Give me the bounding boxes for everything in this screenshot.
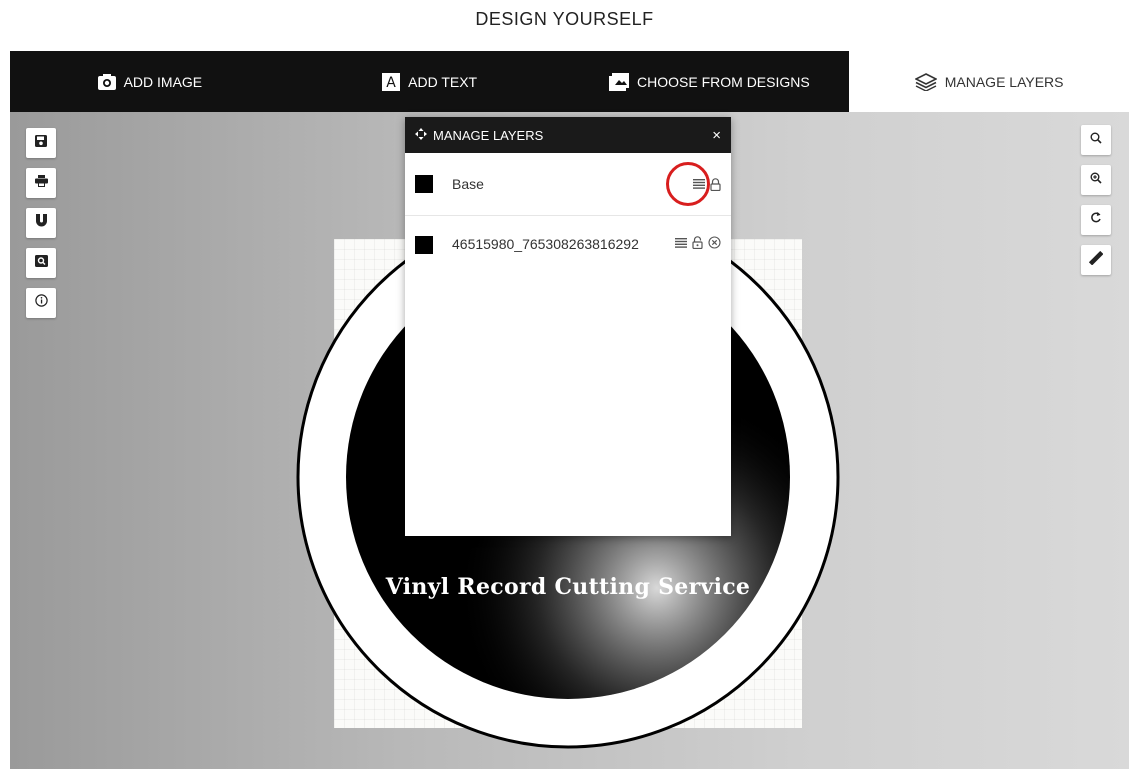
rotate-icon [1090,211,1102,229]
tab-bar: ADD IMAGE A ADD TEXT CHOOSE FROM DESIGNS… [10,51,1129,112]
tab-add-image[interactable]: ADD IMAGE [10,51,290,112]
layer-item-base[interactable]: Base [405,153,731,216]
camera-icon [97,73,116,90]
zoom-in-icon [1090,171,1102,189]
image-gallery-icon [609,72,630,91]
lock-icon[interactable] [710,177,721,191]
measure-button[interactable] [1081,245,1111,275]
tab-label: ADD IMAGE [123,73,203,90]
unlock-icon[interactable] [692,236,703,249]
panel-title: MANAGE LAYERS [433,127,544,143]
zoom-in-button[interactable] [1081,165,1111,195]
tab-choose-from-designs[interactable]: CHOOSE FROM DESIGNS [570,51,850,112]
snap-magnet-button[interactable] [26,208,56,238]
tab-label: CHOOSE FROM DESIGNS [637,73,810,90]
panel-header[interactable]: MANAGE LAYERS × [405,117,731,153]
page-title: DESIGN YOURSELF [475,9,654,29]
zoom-out-icon [1090,131,1102,149]
tab-label: MANAGE LAYERS [944,73,1064,90]
preview-button[interactable] [26,248,56,278]
layer-color-swatch [415,236,433,254]
tab-label: ADD TEXT [408,73,478,90]
magnet-icon [35,214,48,232]
artwork-text[interactable]: Vinyl Record Cutting Service [334,574,802,600]
delete-icon[interactable] [708,236,721,249]
zoom-out-button[interactable] [1081,125,1111,155]
layer-item-image[interactable]: 46515980_765308263816292 [405,216,731,276]
rotate-button[interactable] [1081,205,1111,235]
save-icon [35,134,47,152]
layer-name: 46515980_765308263816292 [452,236,639,252]
svg-text:A: A [386,75,396,91]
close-icon[interactable]: × [712,127,721,144]
move-icon[interactable] [415,127,427,143]
layers-icon [914,72,937,91]
tab-add-text[interactable]: A ADD TEXT [290,51,570,112]
text-a-icon: A [382,72,401,91]
print-button[interactable] [26,168,56,198]
reorder-icon[interactable] [675,237,687,248]
ruler-icon [1088,250,1104,270]
layer-color-swatch [415,175,433,193]
print-icon [34,174,48,192]
tab-manage-layers[interactable]: MANAGE LAYERS [849,51,1129,112]
search-image-icon [34,254,48,272]
info-button[interactable] [26,288,56,318]
reorder-icon[interactable] [693,179,705,189]
info-icon [34,294,48,312]
layer-name: Base [452,176,484,192]
save-button[interactable] [26,128,56,158]
manage-layers-panel[interactable]: MANAGE LAYERS × Base 46515980_7653082638… [405,117,731,536]
